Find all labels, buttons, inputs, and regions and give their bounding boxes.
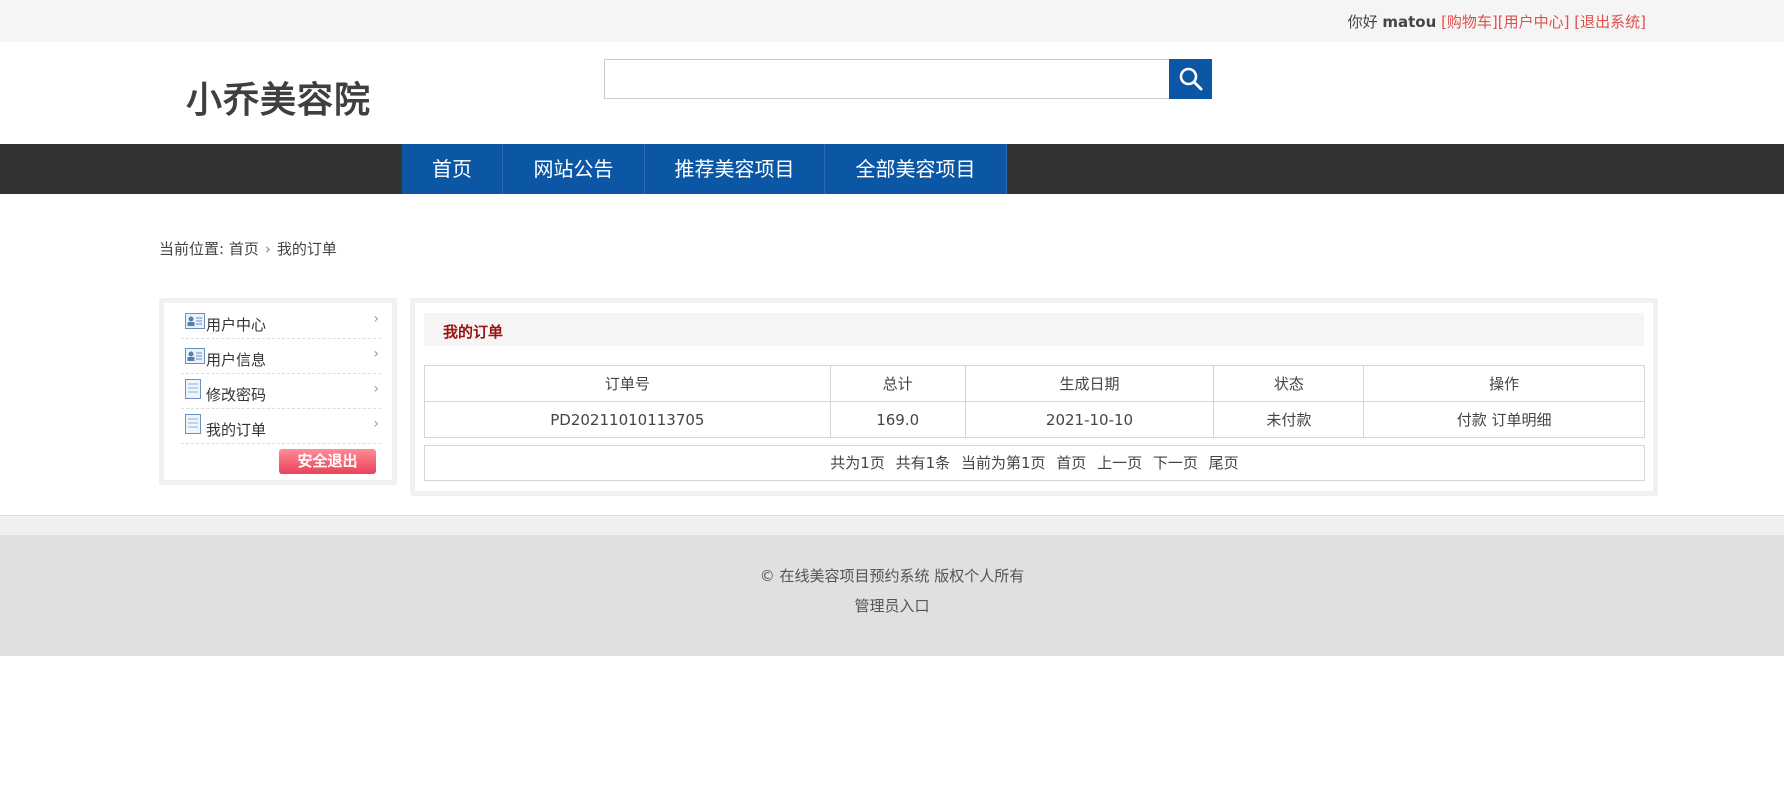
header: 小乔美容院	[0, 42, 1784, 144]
orders-panel: 我的订单 订单号 总计 生成日期 状态 操作 PD20211010113705 …	[410, 298, 1658, 496]
user-links: 你好 matou [购物车][用户中心] [退出系统]	[1348, 11, 1646, 32]
sidebar-item-label: 用户中心	[206, 316, 267, 334]
greeting-text: 你好	[1347, 13, 1378, 31]
pay-link[interactable]: 付款	[1457, 411, 1487, 429]
chevron-right-icon: ›	[373, 416, 379, 432]
order-number: PD20211010113705	[424, 401, 831, 438]
chevron-right-icon: ›	[373, 346, 379, 362]
username: matou	[1382, 13, 1437, 31]
column-header-total: 总计	[829, 365, 966, 402]
sidebar-item-label: 用户信息	[206, 351, 267, 369]
breadcrumb-home[interactable]: 首页	[229, 240, 259, 258]
document-icon	[185, 379, 201, 399]
pager-last[interactable]: 尾页	[1209, 454, 1239, 472]
sidebar-item-my-orders[interactable]: 我的订单 ›	[181, 410, 381, 444]
sidebar-item-label: 修改密码	[206, 386, 267, 404]
breadcrumb-prefix: 当前位置:	[159, 240, 225, 258]
copyright-text: © 在线美容项目预约系统 版权个人所有	[759, 567, 1025, 585]
pager-prev[interactable]: 上一页	[1097, 454, 1142, 472]
search-icon	[1179, 67, 1202, 91]
search-box	[604, 59, 1212, 99]
nav-item-home[interactable]: 首页	[402, 144, 503, 194]
column-header-date: 生成日期	[964, 365, 1215, 402]
pagination: 共为1页 共有1条 当前为第1页 首页 上一页 下一页 尾页	[424, 445, 1645, 481]
pager-current: 当前为第1页	[960, 454, 1046, 472]
cart-link[interactable]: [购物车]	[1441, 13, 1498, 31]
order-date: 2021-10-10	[964, 401, 1215, 438]
sidebar-item-label: 我的订单	[206, 421, 267, 439]
safe-logout-button[interactable]: 安全退出	[279, 449, 376, 474]
chevron-right-icon: ›	[373, 311, 379, 327]
order-status: 未付款	[1213, 401, 1365, 438]
footer: © 在线美容项目预约系统 版权个人所有 管理员入口	[0, 535, 1784, 656]
top-bar: 你好 matou [购物车][用户中心] [退出系统]	[0, 0, 1784, 42]
nav-item-announcements[interactable]: 网站公告	[503, 144, 645, 194]
sidebar-item-user-info[interactable]: 用户信息 ›	[181, 340, 381, 374]
order-actions: 付款 订单明细	[1363, 401, 1645, 438]
nav-item-all-projects[interactable]: 全部美容项目	[825, 144, 1007, 194]
pager-total-pages: 共为1页	[830, 454, 885, 472]
logout-link[interactable]: [退出系统]	[1574, 13, 1646, 31]
user-card-icon	[185, 348, 205, 364]
table-row: PD20211010113705 169.0 2021-10-10 未付款 付款…	[424, 401, 1645, 438]
admin-entry-link[interactable]: 管理员入口	[0, 595, 1784, 616]
sidebar-item-user-center[interactable]: 用户中心 ›	[181, 305, 381, 339]
column-header-actions: 操作	[1363, 365, 1645, 402]
search-button[interactable]	[1169, 59, 1212, 99]
column-header-status: 状态	[1213, 365, 1365, 402]
user-center-link[interactable]: [用户中心]	[1498, 13, 1570, 31]
panel-header: 我的订单	[424, 313, 1644, 346]
pager-next[interactable]: 下一页	[1153, 454, 1198, 472]
column-header-order-no: 订单号	[424, 365, 831, 402]
orders-table: 订单号 总计 生成日期 状态 操作 PD20211010113705 169.0…	[424, 365, 1645, 438]
order-detail-link[interactable]: 订单明细	[1492, 411, 1552, 429]
chevron-right-icon: ›	[373, 381, 379, 397]
site-logo[interactable]: 小乔美容院	[186, 71, 371, 123]
document-icon	[185, 414, 201, 434]
sidebar-item-change-password[interactable]: 修改密码 ›	[181, 375, 381, 409]
pager-total-items: 共有1条	[895, 454, 951, 472]
user-sidebar: 用户中心 › 用户信息 › 修改密码 › 我的订单 › 安全退出	[159, 298, 397, 485]
chevron-right-icon: ›	[264, 240, 271, 258]
pager-first[interactable]: 首页	[1056, 454, 1086, 472]
breadcrumb: 当前位置: 首页 › 我的订单	[159, 238, 337, 259]
table-header-row: 订单号 总计 生成日期 状态 操作	[424, 365, 1645, 402]
footer-divider	[0, 515, 1784, 535]
panel-title: 我的订单	[443, 323, 504, 341]
order-total: 169.0	[829, 401, 966, 438]
breadcrumb-current: 我的订单	[276, 240, 337, 258]
user-card-icon	[185, 313, 205, 329]
search-input[interactable]	[604, 59, 1170, 99]
main-nav: 首页 网站公告 推荐美容项目 全部美容项目	[0, 144, 1784, 194]
nav-item-recommended[interactable]: 推荐美容项目	[645, 144, 825, 194]
